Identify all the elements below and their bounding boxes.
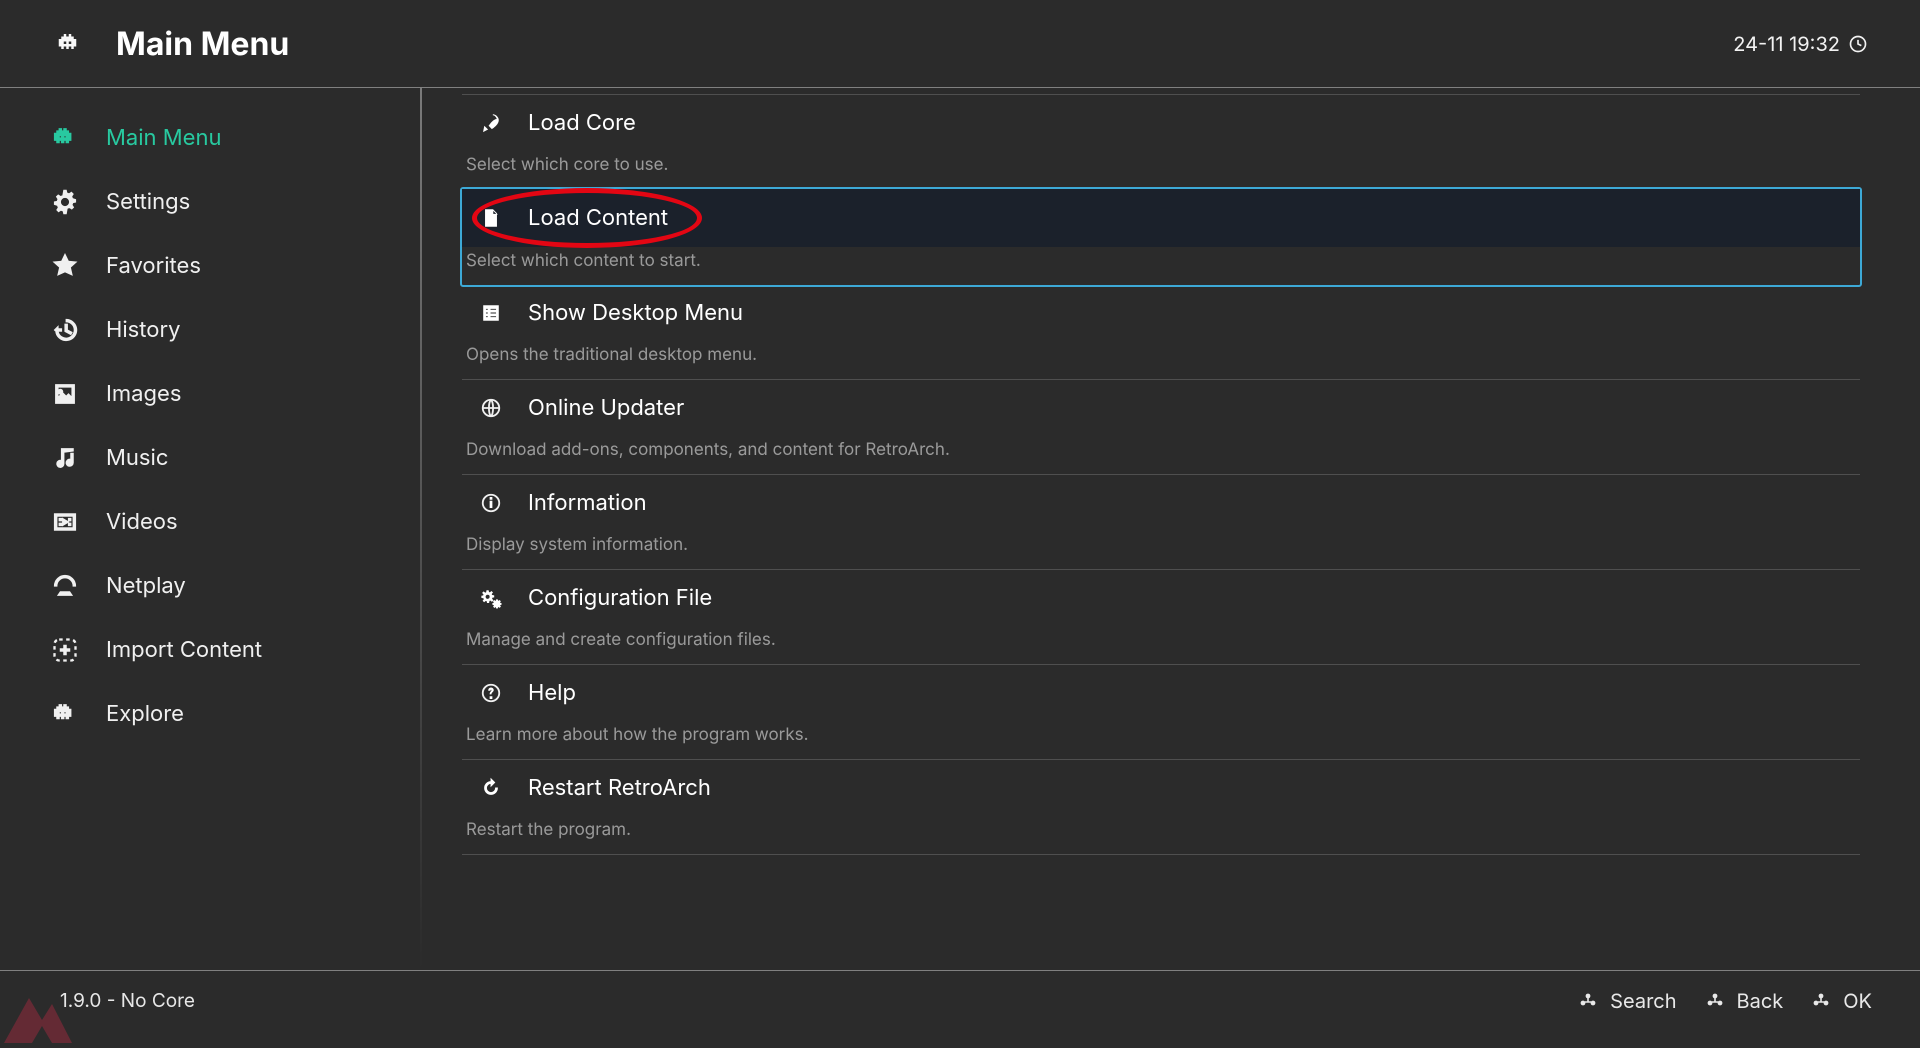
gamepad-icon — [1703, 989, 1727, 1013]
info-icon — [478, 490, 504, 516]
content-pane: Load CoreSelect which core to use.Load C… — [422, 88, 1920, 970]
sidebar-item-label: Import Content — [106, 637, 262, 663]
menu-item-title: Help — [528, 680, 576, 706]
menu-item-desc: Download add-ons, components, and conten… — [462, 436, 1860, 474]
sidebar-item-label: Main Menu — [106, 125, 221, 151]
sidebar-item-netplay[interactable]: Netplay — [50, 554, 420, 618]
restart-icon — [478, 775, 504, 801]
sidebar-item-settings[interactable]: Settings — [50, 170, 420, 234]
sidebar-item-label: Favorites — [106, 253, 201, 279]
status-text: 1.9.0 - No Core — [60, 989, 195, 1012]
menu-item-help: Help Learn more about how the program wor… — [462, 664, 1860, 759]
invader-icon — [50, 699, 80, 729]
sidebar-item-label: Settings — [106, 189, 190, 215]
menu-item-title: Load Core — [528, 110, 636, 136]
sidebar-item-import-content[interactable]: Import Content — [50, 618, 420, 682]
menu-item-row[interactable]: Load Content — [462, 189, 1860, 247]
help-icon — [478, 680, 504, 706]
footer: 1.9.0 - No Core Search Back OK — [0, 970, 1920, 1030]
sidebar-item-images[interactable]: Images — [50, 362, 420, 426]
footer-hint-back[interactable]: Back — [1703, 989, 1784, 1013]
footer-hint-ok[interactable]: OK — [1809, 989, 1872, 1013]
menu-item-row[interactable]: Configuration File — [462, 570, 1860, 626]
sidebar-item-videos[interactable]: Videos — [50, 490, 420, 554]
footer-hint-search[interactable]: Search — [1576, 989, 1676, 1013]
sidebar-item-label: History — [106, 317, 180, 343]
sidebar: Main Menu Settings Favorites History Images M… — [0, 88, 420, 970]
globe-icon — [478, 395, 504, 421]
sidebar-item-main-menu[interactable]: Main Menu — [50, 106, 420, 170]
sidebar-item-explore[interactable]: Explore — [50, 682, 420, 746]
page-title: Main Menu — [116, 24, 289, 63]
header: Main Menu 24-11 19:32 — [0, 0, 1920, 88]
gear-icon — [50, 187, 80, 217]
invader-icon — [50, 123, 80, 153]
datetime-text: 24-11 19:32 — [1733, 32, 1840, 56]
menu-item-desc: Select which content to start. — [462, 247, 1860, 285]
sidebar-item-history[interactable]: History — [50, 298, 420, 362]
menu-item-information: Information Display system information. — [462, 474, 1860, 569]
menu-item-title: Online Updater — [528, 395, 684, 421]
gears-icon — [478, 585, 504, 611]
list-box-icon — [478, 300, 504, 326]
menu-item-row[interactable]: Show Desktop Menu — [462, 285, 1860, 341]
menu-item-show-desktop-menu: Show Desktop Menu Opens the traditional d… — [462, 285, 1860, 379]
sidebar-item-music[interactable]: Music — [50, 426, 420, 490]
rocket-icon — [478, 110, 504, 136]
history-icon — [50, 315, 80, 345]
star-icon — [50, 251, 80, 281]
netplay-icon — [50, 571, 80, 601]
menu-item-desc: Restart the program. — [462, 816, 1860, 854]
app-logo-invader-icon — [50, 29, 90, 59]
menu-item-desc: Display system information. — [462, 531, 1860, 569]
menu-item-row[interactable]: Online Updater — [462, 380, 1860, 436]
menu-item-title: Information — [528, 490, 647, 516]
file-icon — [478, 205, 504, 231]
menu-item-title: Configuration File — [528, 585, 712, 611]
music-icon — [50, 443, 80, 473]
menu-item-desc: Manage and create configuration files. — [462, 626, 1860, 664]
menu-item-row[interactable]: Information — [462, 475, 1860, 531]
menu-item-title: Restart RetroArch — [528, 775, 711, 801]
menu-item-load-content: Load Content Select which content to star… — [460, 187, 1862, 287]
menu-item-title: Show Desktop Menu — [528, 300, 743, 326]
menu-item-row[interactable]: Restart RetroArch — [462, 760, 1860, 816]
sidebar-item-label: Explore — [106, 701, 184, 727]
menu-item-row[interactable]: Load Core — [462, 95, 1860, 151]
gamepad-icon — [1576, 989, 1600, 1013]
menu-item-row[interactable]: Help — [462, 665, 1860, 721]
footer-hint-label: Back — [1737, 989, 1784, 1013]
sidebar-item-label: Music — [106, 445, 168, 471]
footer-hint-label: OK — [1843, 989, 1872, 1013]
gamepad-icon — [1809, 989, 1833, 1013]
footer-hint-label: Search — [1610, 989, 1676, 1013]
video-icon — [50, 507, 80, 537]
sidebar-item-label: Netplay — [106, 573, 186, 599]
menu-item-online-updater: Online Updater Download add-ons, componen… — [462, 379, 1860, 474]
clock: 24-11 19:32 — [1733, 32, 1868, 56]
sidebar-item-favorites[interactable]: Favorites — [50, 234, 420, 298]
menu-item-load-core: Load Core Select which core to use. — [462, 94, 1860, 189]
sidebar-item-label: Images — [106, 381, 181, 407]
menu-item-desc: Learn more about how the program works. — [462, 721, 1860, 759]
sidebar-item-label: Videos — [106, 509, 178, 535]
menu-item-title: Load Content — [528, 205, 668, 231]
image-icon — [50, 379, 80, 409]
menu-item-desc: Opens the traditional desktop menu. — [462, 341, 1860, 379]
plus-box-icon — [50, 635, 80, 665]
menu-item-configuration-file: Configuration File Manage and create conf… — [462, 569, 1860, 664]
menu-item-desc: Select which core to use. — [462, 151, 1860, 189]
menu-item-restart-retroarch: Restart RetroArch Restart the program. — [462, 759, 1860, 855]
clock-icon — [1848, 34, 1868, 54]
